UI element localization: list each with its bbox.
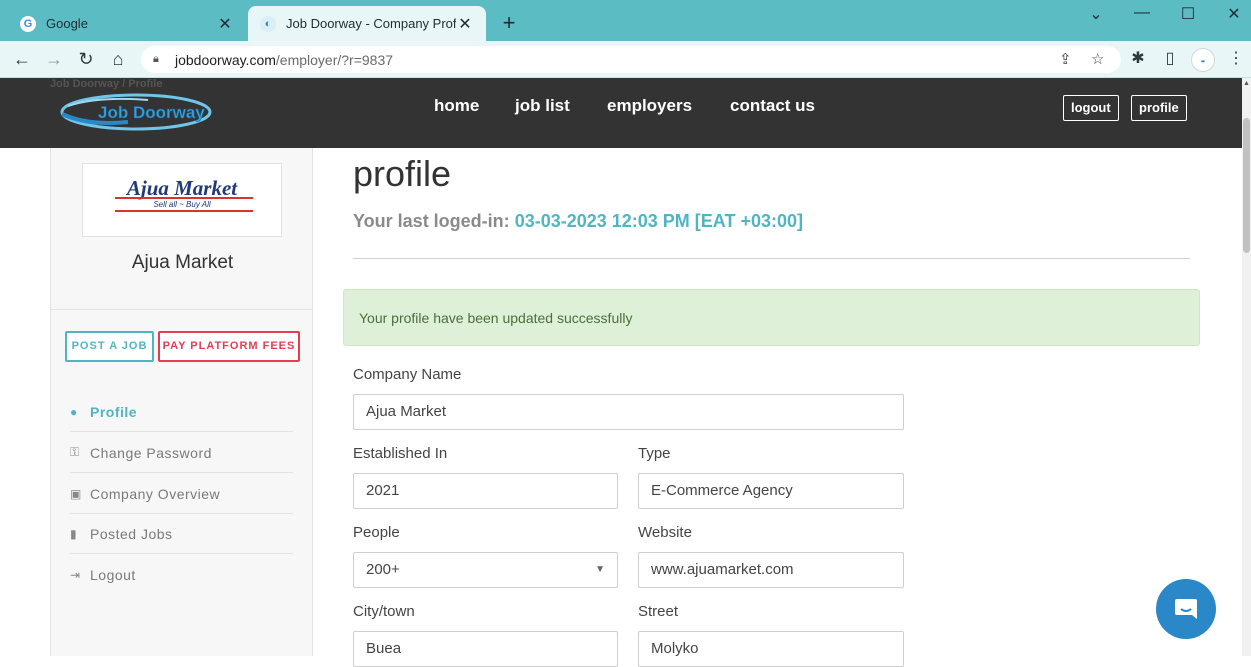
street-field[interactable]: Molyko [638, 631, 904, 667]
sidebar-item-profile[interactable]: ● Profile [70, 392, 293, 432]
url-path: /employer/?r=9837 [275, 51, 394, 68]
website-field[interactable]: www.ajuamarket.com [638, 552, 904, 588]
logout-button[interactable]: logout [1063, 95, 1119, 121]
divider [51, 309, 313, 310]
sidebar-item-label: Profile [90, 403, 138, 420]
city-label: City/town [353, 603, 415, 620]
minimize-button[interactable]: — [1130, 4, 1154, 22]
tab-google[interactable]: G Google ✕ [8, 6, 246, 41]
home-button[interactable]: ⌂ [106, 47, 130, 71]
sidebar-item-logout[interactable]: ⇥ Logout [70, 555, 293, 595]
browser-tab-bar: G Google ✕ ◐ Job Doorway - Company Profi… [0, 0, 1251, 41]
logo-stripe [115, 210, 253, 212]
reload-button[interactable]: ↻ [74, 47, 98, 71]
profile-avatar[interactable]: ◒ [1191, 48, 1215, 72]
company-name-label: Company Name [353, 366, 462, 383]
window-close-button[interactable]: ✕ [1222, 4, 1246, 24]
sidebar-item-label: Logout [90, 567, 136, 583]
last-login-value: 03-03-2023 12:03 PM [EAT +03:00] [514, 211, 804, 231]
share-icon[interactable]: ⇪ [1059, 46, 1072, 73]
company-logo: Ajua Market Sell all ~ Buy All [82, 163, 282, 237]
profile-button[interactable]: profile [1131, 95, 1187, 121]
maximize-button[interactable]: ☐ [1176, 4, 1200, 24]
company-name: Ajua Market [131, 252, 234, 273]
back-button[interactable]: ← [10, 47, 34, 71]
divider [353, 258, 1190, 259]
site-icon: ◐ [260, 15, 276, 32]
bookmark-icon: ▮ [70, 526, 78, 541]
company-name-field[interactable]: Ajua Market [353, 394, 904, 430]
nav-contact-us[interactable]: contact us [730, 96, 815, 116]
people-label: People [353, 524, 400, 541]
page-scrollbar[interactable]: ▲ [1242, 78, 1251, 656]
sign-out-icon: ⇥ [70, 568, 81, 582]
browser-toolbar: ← → ↻ ⌂ 🔒︎ jobdoorway.com/employer/?r=98… [0, 41, 1251, 78]
tab-job-doorway[interactable]: ◐ Job Doorway - Company Profile ✕ [248, 6, 486, 41]
logo-text: Job Doorway [98, 103, 205, 122]
sidebar-item-label: Posted Jobs [90, 525, 173, 542]
chat-button[interactable] [1156, 579, 1216, 639]
pay-platform-fees-button[interactable]: PAY PLATFORM FEES [158, 331, 300, 362]
scroll-up-icon[interactable]: ▲ [1242, 80, 1251, 87]
established-field[interactable]: 2021 [353, 473, 618, 509]
tab-search-icon[interactable]: ⌄ [1084, 4, 1108, 24]
chat-icon [1175, 599, 1197, 619]
chevron-down-icon: ▼ [595, 564, 605, 575]
post-job-button[interactable]: POST A JOB [65, 331, 154, 362]
close-icon[interactable]: ✕ [456, 14, 474, 34]
street-label: Street [638, 603, 679, 620]
url-host: jobdoorway.com [175, 51, 276, 68]
website-label: Website [638, 524, 692, 541]
nav-home[interactable]: home [434, 96, 479, 116]
nav-job-list[interactable]: job list [515, 96, 570, 116]
sidebar-item-company-overview[interactable]: ▣ Company Overview [70, 474, 293, 514]
type-field[interactable]: E-Commerce Agency [638, 473, 904, 509]
star-icon[interactable]: ☆ [1091, 46, 1104, 73]
people-value: 200+ [366, 561, 400, 578]
tab-title: Google [46, 16, 88, 31]
last-login: Your last loged-in: 03-03-2023 12:03 PM … [353, 211, 803, 232]
tab-title: Job Doorway - Company Profile [286, 16, 456, 31]
address-bar[interactable]: 🔒︎ jobdoorway.com/employer/?r=9837 ⇪ ☆ [141, 46, 1121, 73]
menu-icon[interactable]: ⋮ [1224, 47, 1248, 71]
type-label: Type [638, 445, 671, 462]
lock-icon: 🔒︎ [153, 53, 159, 65]
sidebar-item-posted-jobs[interactable]: ▮ Posted Jobs [70, 514, 293, 554]
sidebar-item-change-password[interactable]: ⚿ Change Password [70, 433, 293, 473]
success-alert: Your profile have been updated successfu… [343, 289, 1200, 346]
sidebar: Ajua Market Sell all ~ Buy All Ajua Mark… [50, 148, 313, 656]
sidebar-item-label: Company Overview [90, 485, 221, 502]
established-label: Established In [353, 445, 448, 462]
google-icon: G [20, 15, 36, 32]
last-login-label: Your last loged-in: [353, 211, 510, 231]
scroll-thumb[interactable] [1243, 118, 1250, 253]
logo-stripe [115, 197, 253, 199]
key-icon: ⚿ [70, 445, 80, 459]
sidebar-item-label: Change Password [90, 444, 212, 461]
user-icon: ● [70, 404, 78, 419]
people-select[interactable]: 200+ ▼ [353, 552, 618, 588]
site-header: Job Doorway / Profile Job Doorway home j… [0, 78, 1242, 148]
close-icon[interactable]: ✕ [216, 14, 234, 34]
nav-employers[interactable]: employers [607, 96, 692, 116]
extensions-icon[interactable]: ✱ [1126, 47, 1150, 71]
city-field[interactable]: Buea [353, 631, 618, 667]
page-title: profile [353, 153, 452, 194]
company-logo-tagline: Sell all ~ Buy All [153, 200, 211, 209]
site-logo[interactable]: Job Doorway [58, 92, 214, 132]
forward-button[interactable]: → [42, 47, 66, 71]
new-tab-button[interactable]: + [497, 10, 521, 36]
side-panel-icon[interactable]: ▯ [1158, 47, 1182, 71]
breadcrumb: Job Doorway / Profile [50, 78, 163, 90]
briefcase-icon: ▣ [70, 486, 82, 501]
